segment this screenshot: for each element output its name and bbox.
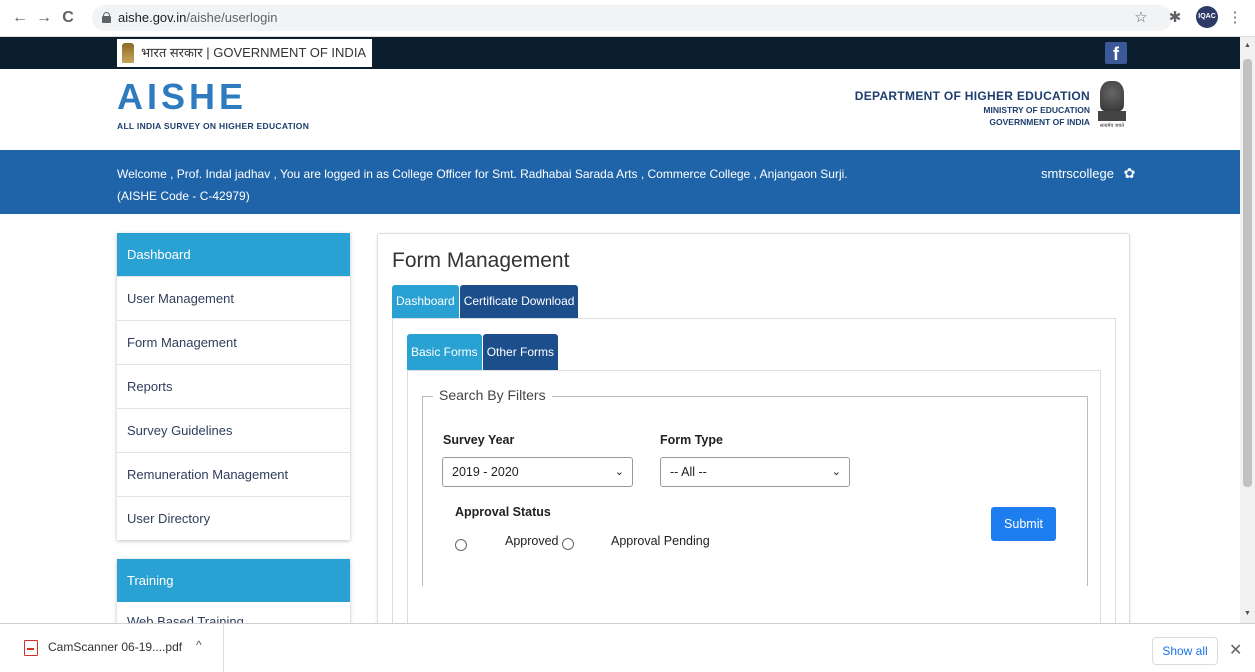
browser-toolbar: ← → C aishe.gov.in/aishe/userlogin ☆ ✱ I… (0, 0, 1255, 37)
national-emblem-icon: सत्यमेव जयते (1096, 81, 1128, 129)
approval-pending-radio[interactable] (562, 538, 574, 550)
scroll-down-icon[interactable]: ▼ (1240, 607, 1255, 621)
government-label[interactable]: भारत सरकार | GOVERNMENT OF INDIA (117, 39, 373, 67)
address-bar[interactable]: aishe.gov.in/aishe/userlogin (92, 5, 1172, 31)
close-icon[interactable]: ✕ (1229, 640, 1242, 660)
user-menu[interactable]: smtrscollege ✿ (1041, 163, 1135, 184)
tab-dashboard[interactable]: Dashboard (392, 285, 459, 318)
iqac-extension-icon[interactable]: IQAC (1196, 6, 1218, 28)
chevron-down-icon: ⌄ (614, 466, 624, 478)
scroll-thumb[interactable] (1243, 59, 1252, 487)
sidebar-item-remuneration-management[interactable]: Remuneration Management (117, 452, 350, 496)
main-tabs: Dashboard Certificate Download (392, 285, 579, 318)
welcome-bar: Welcome , Prof. Indal jadhav , You are l… (0, 150, 1240, 214)
emblem-small-icon (122, 43, 134, 63)
search-filters-fieldset: Search By Filters Survey Year 2019 - 202… (422, 387, 1088, 586)
approval-pending-label: Approval Pending (611, 534, 710, 548)
approved-label: Approved (505, 534, 559, 548)
username[interactable]: smtrscollege (1041, 166, 1114, 181)
form-tab-content: Search By Filters Survey Year 2019 - 202… (407, 370, 1101, 635)
url-text[interactable]: aishe.gov.in/aishe/userlogin (118, 10, 277, 25)
welcome-line: Welcome , Prof. Indal jadhav , You are l… (117, 167, 848, 181)
department-block: DEPARTMENT OF HIGHER EDUCATION MINISTRY … (855, 89, 1090, 127)
form-tabs: Basic Forms Other Forms (407, 334, 559, 370)
tab-content: Basic Forms Other Forms Search By Filters… (392, 318, 1116, 635)
aishe-logo[interactable]: AISHE (117, 77, 247, 117)
back-icon[interactable]: ← (10, 8, 30, 28)
download-file-name: CamScanner 06-19....pdf (48, 640, 183, 654)
sidebar-item-survey-guidelines[interactable]: Survey Guidelines (117, 408, 350, 452)
emblem-motto: सत्यमेव जयते (1099, 123, 1125, 129)
aishe-logo-subtitle: ALL INDIA SURVEY ON HIGHER EDUCATION (117, 121, 310, 131)
approval-status-label: Approval Status (455, 505, 551, 519)
browser-menu-icon[interactable]: ⋮ (1226, 9, 1244, 27)
tab-basic-forms[interactable]: Basic Forms (407, 334, 482, 370)
pdf-file-icon (24, 640, 38, 656)
tab-certificate-download[interactable]: Certificate Download (459, 285, 579, 318)
approved-radio[interactable] (455, 539, 467, 551)
form-management-panel: Form Management Dashboard Certificate Dow… (377, 233, 1130, 635)
survey-year-value: 2019 - 2020 (452, 465, 519, 479)
department-name: DEPARTMENT OF HIGHER EDUCATION (854, 89, 1090, 103)
gear-icon[interactable]: ✿ (1124, 163, 1136, 183)
sidebar-heading-training[interactable]: Training (117, 559, 350, 602)
extensions-puzzle-icon[interactable]: ✱ (1166, 9, 1184, 27)
download-bar: CamScanner 06-19....pdf ^ Show all ✕ (0, 623, 1255, 672)
form-type-value: -- All -- (670, 465, 707, 479)
chevron-up-icon[interactable]: ^ (196, 638, 202, 652)
url-path: /aishe/userlogin (186, 10, 278, 25)
form-type-label: Form Type (660, 433, 723, 447)
forward-icon[interactable]: → (34, 8, 54, 28)
page-scrollbar[interactable]: ▲ ▼ (1240, 37, 1255, 623)
filters-legend: Search By Filters (433, 387, 552, 403)
sidebar-item-form-management[interactable]: Form Management (117, 320, 350, 364)
survey-year-select[interactable]: 2019 - 2020 ⌄ (442, 457, 633, 487)
download-item[interactable]: CamScanner 06-19....pdf ^ (10, 624, 224, 672)
training-menu: Training Web Based Training (117, 559, 350, 629)
bookmark-star-icon[interactable]: ☆ (1132, 9, 1150, 27)
survey-year-label: Survey Year (443, 433, 515, 447)
chevron-down-icon: ⌄ (831, 466, 841, 478)
page-title: Form Management (392, 249, 570, 272)
sidebar-menu: Dashboard User Management Form Managemen… (117, 233, 350, 540)
submit-button[interactable]: Submit (991, 507, 1056, 541)
tab-other-forms[interactable]: Other Forms (482, 334, 559, 370)
form-type-select[interactable]: -- All -- ⌄ (660, 457, 850, 487)
sidebar-heading-dashboard[interactable]: Dashboard (117, 233, 350, 276)
sidebar-item-user-management[interactable]: User Management (117, 276, 350, 320)
government-name: GOVERNMENT OF INDIA (989, 117, 1090, 127)
sidebar-item-user-directory[interactable]: User Directory (117, 496, 350, 540)
government-label-text: भारत सरकार | GOVERNMENT OF INDIA (141, 45, 367, 60)
reload-icon[interactable]: C (58, 8, 78, 28)
ministry-name: MINISTRY OF EDUCATION (983, 105, 1090, 115)
facebook-icon[interactable]: f (1105, 42, 1127, 64)
site-header: AISHE ALL INDIA SURVEY ON HIGHER EDUCATI… (0, 69, 1240, 150)
government-strip: भारत सरकार | GOVERNMENT OF INDIA f (0, 37, 1240, 69)
scroll-up-icon[interactable]: ▲ (1240, 39, 1255, 53)
url-host: aishe.gov.in (118, 10, 187, 25)
lock-icon[interactable] (102, 12, 111, 23)
aishe-code: (AISHE Code - C-42979) (117, 189, 250, 203)
show-all-button[interactable]: Show all (1152, 637, 1218, 665)
sidebar-item-reports[interactable]: Reports (117, 364, 350, 408)
welcome-message: Welcome , Prof. Indal jadhav , You are l… (117, 163, 877, 207)
